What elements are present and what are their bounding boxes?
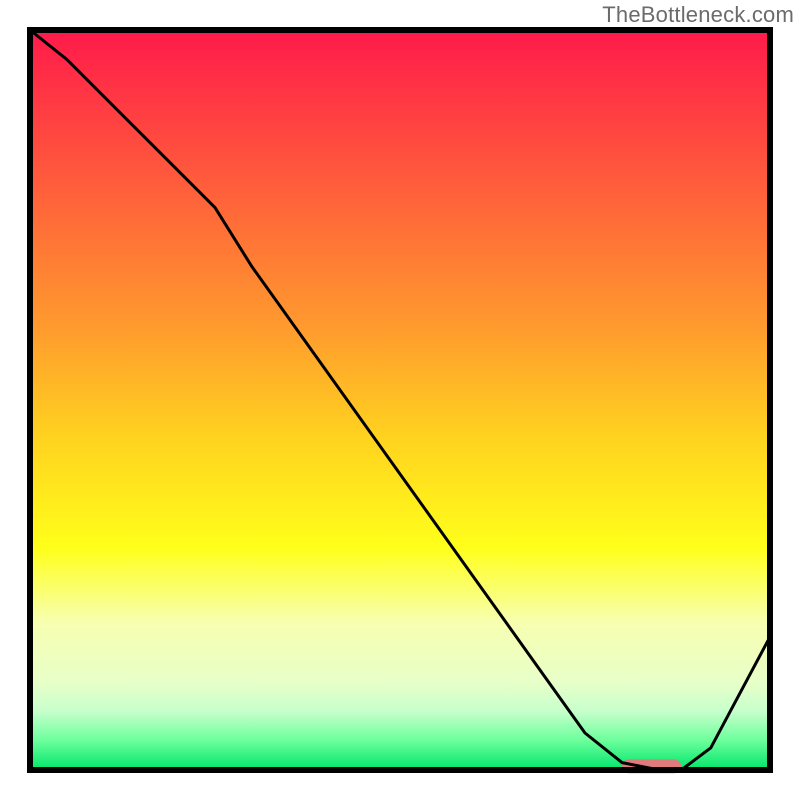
chart-container: { "watermark": "TheBottleneck.com", "cha… (0, 0, 800, 800)
chart-svg (0, 0, 800, 800)
watermark-text: TheBottleneck.com (602, 2, 794, 28)
chart-background (30, 30, 770, 770)
